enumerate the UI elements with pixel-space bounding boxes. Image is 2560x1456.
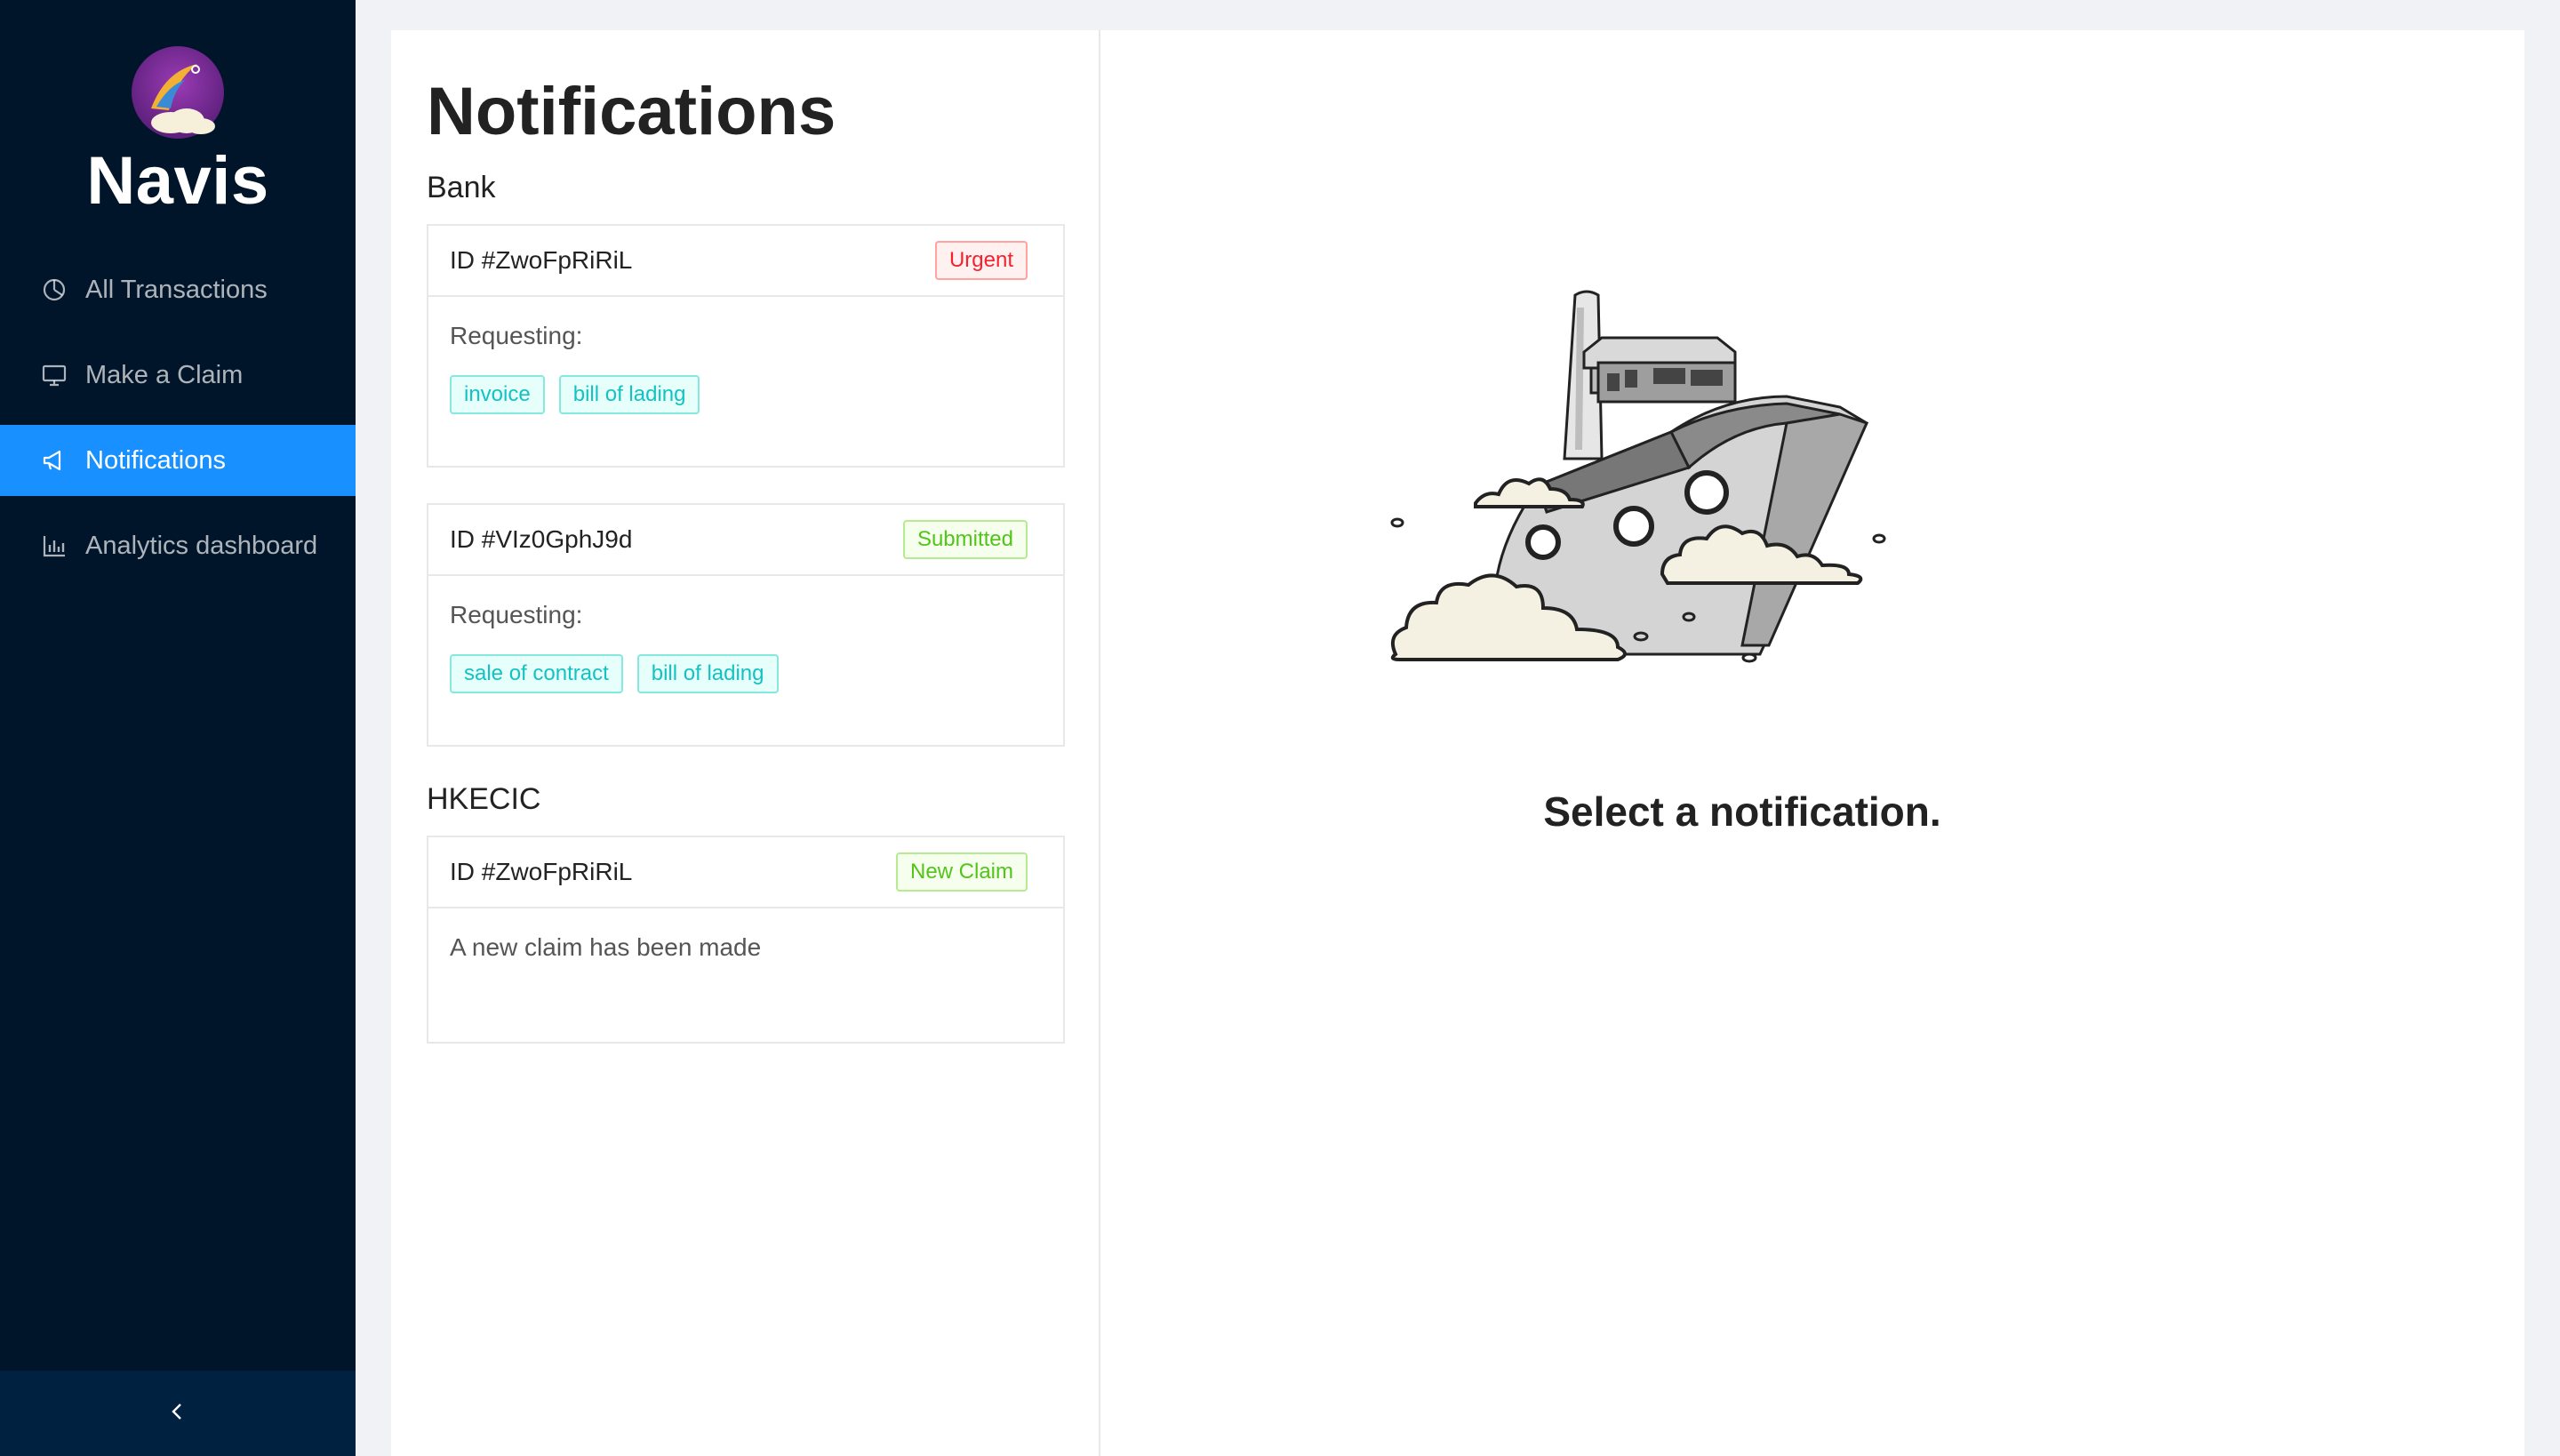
empty-state-message: Select a notification.	[1543, 788, 1941, 835]
sidebar-item-label: Notifications	[85, 445, 226, 475]
card-header: ID #VIz0GphJ9d Submitted	[428, 505, 1063, 576]
status-badge: Urgent	[934, 241, 1028, 280]
sidebar-item-all-transactions[interactable]: All Transactions	[0, 254, 356, 325]
bar-chart-icon	[41, 532, 68, 559]
status-badge: Submitted	[902, 520, 1028, 559]
card-body: Requesting: sale of contract bill of lad…	[428, 576, 1063, 693]
document-tag: bill of lading	[636, 654, 779, 693]
sidebar-item-notifications[interactable]: Notifications	[0, 425, 356, 496]
notification-card[interactable]: ID #VIz0GphJ9d Submitted Requesting: sal…	[427, 503, 1065, 747]
main-content: Notifications Bank ID #ZwoFpRiRiL Urgent…	[391, 30, 2524, 1456]
notification-card[interactable]: ID #ZwoFpRiRiL Urgent Requesting: invoic…	[427, 224, 1065, 468]
sidebar-item-label: All Transactions	[85, 275, 268, 304]
notification-message: A new claim has been made	[450, 933, 762, 961]
requesting-label: Requesting:	[450, 601, 583, 628]
sidebar: Navis All Transactions Make a Claim Noti…	[0, 0, 356, 1456]
desktop-icon	[41, 362, 68, 388]
document-tag: invoice	[450, 375, 545, 414]
document-tag: bill of lading	[558, 375, 700, 414]
notification-card[interactable]: ID #ZwoFpRiRiL New Claim A new claim has…	[427, 836, 1065, 1044]
sidebar-collapse-button[interactable]	[0, 1371, 356, 1456]
card-body: Requesting: invoice bill of lading	[428, 297, 1063, 414]
chevron-left-icon	[167, 1401, 188, 1427]
document-tags: sale of contract bill of lading	[450, 654, 1042, 693]
document-tags: invoice bill of lading	[450, 375, 1042, 414]
pie-chart-icon	[41, 276, 68, 303]
notification-detail-pane: Select a notification.	[1102, 30, 2524, 1456]
notification-id: ID #VIz0GphJ9d	[450, 525, 633, 553]
notification-list-pane: Notifications Bank ID #ZwoFpRiRiL Urgent…	[391, 30, 1100, 1456]
sidebar-item-label: Make a Claim	[85, 360, 244, 389]
group-title-bank: Bank	[427, 171, 496, 204]
notification-id: ID #ZwoFpRiRiL	[450, 858, 633, 885]
sidebar-item-make-a-claim[interactable]: Make a Claim	[0, 340, 356, 411]
group-title-hkecic: HKECIC	[427, 782, 541, 816]
document-tag: sale of contract	[450, 654, 623, 693]
card-header: ID #ZwoFpRiRiL New Claim	[428, 837, 1063, 908]
page-title: Notifications	[427, 74, 836, 149]
requesting-label: Requesting:	[450, 322, 583, 349]
sidebar-item-analytics-dashboard[interactable]: Analytics dashboard	[0, 510, 356, 581]
sidebar-item-label: Analytics dashboard	[85, 531, 318, 560]
brand-name: Navis	[86, 143, 269, 219]
megaphone-icon	[41, 447, 68, 474]
ship-illustration	[1390, 290, 1886, 663]
navis-logo-icon	[132, 46, 224, 139]
logo: Navis	[0, 44, 356, 220]
status-badge: New Claim	[895, 852, 1028, 892]
card-body: A new claim has been made	[428, 908, 1063, 962]
card-header: ID #ZwoFpRiRiL Urgent	[428, 226, 1063, 297]
sidebar-menu: All Transactions Make a Claim Notificati…	[0, 254, 356, 596]
notification-id: ID #ZwoFpRiRiL	[450, 246, 633, 274]
